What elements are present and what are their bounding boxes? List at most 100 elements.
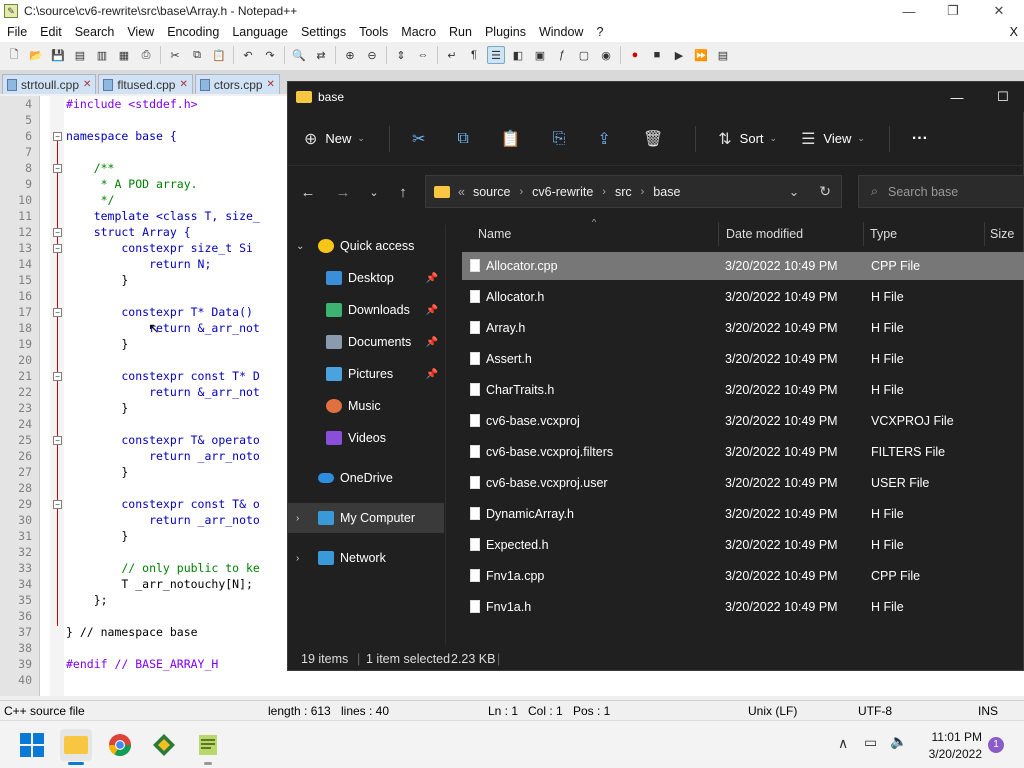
file-row[interactable]: Allocator.h 3/20/2022 10:49 PM H File — [462, 283, 1024, 311]
file-row[interactable]: Assert.h 3/20/2022 10:49 PM H File — [462, 345, 1024, 373]
close-file-icon[interactable]: ▥ — [93, 46, 111, 64]
view-button[interactable]: ☰ View ⌄ — [801, 129, 865, 149]
run-macro-multiple-icon[interactable]: ⏩ — [692, 46, 710, 64]
chevron-right-icon[interactable]: › — [641, 186, 645, 198]
rename-button[interactable]: ⎘ — [553, 130, 574, 148]
fold-toggle-icon[interactable]: − — [53, 372, 62, 381]
fold-toggle-icon[interactable]: − — [53, 164, 62, 173]
breadcrumb-item[interactable]: src — [615, 185, 632, 199]
up-arrow-icon[interactable]: ↑ — [391, 180, 415, 204]
explorer-minimize-button[interactable]: — — [934, 86, 980, 108]
file-row[interactable]: Allocator.cpp 3/20/2022 10:49 PM CPP File — [462, 252, 1024, 280]
column-header-date[interactable]: Date modified — [726, 227, 803, 241]
delete-button[interactable]: 🗑 — [643, 129, 671, 149]
language-icon[interactable]: ◧ — [509, 46, 527, 64]
taskbar-app[interactable] — [148, 729, 180, 761]
copy-icon[interactable]: ⧉ — [188, 46, 206, 64]
pin-icon[interactable]: 📌 — [426, 369, 438, 380]
refresh-icon[interactable]: ↻ — [819, 183, 831, 200]
fold-toggle-icon[interactable]: − — [53, 244, 62, 253]
column-header-type[interactable]: Type — [870, 227, 897, 241]
indent-guide-icon[interactable]: ☰ — [487, 46, 505, 64]
start-button[interactable] — [16, 729, 48, 761]
menu-search[interactable]: Search — [68, 25, 121, 39]
address-dropdown-icon[interactable]: ⌄ — [789, 184, 799, 199]
menu-view[interactable]: View — [120, 25, 160, 39]
search-box[interactable]: ⌕ Search base — [858, 175, 1024, 208]
undo-icon[interactable]: ↶ — [239, 46, 257, 64]
nav-music[interactable]: Music — [288, 391, 444, 421]
menu-help[interactable]: ? — [589, 25, 609, 39]
tab-file[interactable]: ctors.cpp ✕ — [194, 74, 280, 94]
paste-button[interactable]: 📋 — [501, 129, 529, 149]
taskbar-chrome[interactable] — [104, 729, 136, 761]
clock[interactable]: 11:01 PM 3/20/2022 — [918, 730, 982, 761]
tab-file[interactable]: strtoull.cpp ✕ — [2, 74, 97, 94]
address-bar[interactable]: « source › cv6-rewrite › src › base ⌄ ↻ — [425, 175, 842, 208]
column-divider[interactable] — [718, 222, 719, 246]
save-all-icon[interactable]: ▤ — [71, 46, 89, 64]
file-row[interactable]: Fnv1a.h 3/20/2022 10:49 PM H File — [462, 593, 1024, 621]
file-row[interactable]: cv6-base.vcxproj 3/20/2022 10:49 PM VCXPRO… — [462, 407, 1024, 435]
folder-workspace-icon[interactable]: ▢ — [575, 46, 593, 64]
show-hidden-icons-chevron-icon[interactable]: ∧ — [838, 735, 848, 752]
maximize-button[interactable]: ❐ — [930, 0, 976, 22]
menu-settings[interactable]: Settings — [294, 25, 352, 39]
nav-quick-access[interactable]: ⌄ Quick access — [288, 231, 444, 261]
breadcrumb-item[interactable]: base — [653, 185, 680, 199]
nav-pictures[interactable]: Pictures 📌 — [288, 359, 444, 389]
column-divider[interactable] — [984, 222, 985, 246]
pin-icon[interactable]: 📌 — [426, 337, 438, 348]
fold-toggle-icon[interactable]: − — [53, 132, 62, 141]
column-header-name[interactable]: Name — [478, 227, 511, 241]
network-icon[interactable]: ▭ — [864, 734, 877, 751]
find-icon[interactable]: 🔍 — [290, 46, 308, 64]
word-wrap-icon[interactable]: ↵ — [443, 46, 461, 64]
nav-my-computer[interactable]: › My Computer — [288, 503, 444, 533]
play-macro-icon[interactable]: ▶ — [670, 46, 688, 64]
file-row[interactable]: Fnv1a.cpp 3/20/2022 10:49 PM CPP File — [462, 562, 1024, 590]
cut-button[interactable]: ✂ — [412, 129, 433, 149]
menu-tools[interactable]: Tools — [352, 25, 394, 39]
pin-icon[interactable]: 📌 — [426, 273, 438, 284]
fold-toggle-icon[interactable]: − — [53, 500, 62, 509]
paste-icon[interactable]: 📋 — [210, 46, 228, 64]
open-file-icon[interactable]: 📂 — [27, 46, 45, 64]
fold-toggle-icon[interactable]: − — [53, 228, 62, 237]
forward-arrow-icon[interactable]: → — [331, 180, 355, 204]
menu-file[interactable]: File — [0, 25, 33, 39]
record-macro-icon[interactable]: ● — [626, 46, 644, 64]
file-row[interactable]: Array.h 3/20/2022 10:49 PM H File — [462, 314, 1024, 342]
chevron-right-icon[interactable]: › — [296, 553, 299, 564]
monitor-icon[interactable]: ◉ — [597, 46, 615, 64]
nav-documents[interactable]: Documents 📌 — [288, 327, 444, 357]
file-row[interactable]: Expected.h 3/20/2022 10:49 PM H File — [462, 531, 1024, 559]
fold-toggle-icon[interactable]: − — [53, 308, 62, 317]
redo-icon[interactable]: ↷ — [261, 46, 279, 64]
save-icon[interactable]: 💾 — [49, 46, 67, 64]
function-list-icon[interactable]: ƒ — [553, 46, 571, 64]
chevron-down-icon[interactable]: ⌄ — [296, 241, 304, 252]
menu-window[interactable]: Window — [532, 25, 589, 39]
taskbar-file-explorer[interactable] — [60, 729, 92, 765]
doc-map-icon[interactable]: ▣ — [531, 46, 549, 64]
sort-button[interactable]: ⇅ Sort ⌄ — [718, 129, 777, 149]
notification-badge[interactable]: 1 — [988, 737, 1004, 753]
chevron-right-icon[interactable]: › — [296, 513, 299, 524]
menu-encoding[interactable]: Encoding — [160, 25, 225, 39]
chevron-right-icon[interactable]: › — [602, 186, 606, 198]
volume-icon[interactable]: 🔈 — [890, 733, 907, 750]
file-row[interactable]: cv6-base.vcxproj.user 3/20/2022 10:49 PM U… — [462, 469, 1024, 497]
file-row[interactable]: cv6-base.vcxproj.filters 3/20/2022 10:49 … — [462, 438, 1024, 466]
file-row[interactable]: CharTraits.h 3/20/2022 10:49 PM H File — [462, 376, 1024, 404]
menu-close-doc-button[interactable]: X — [1010, 25, 1018, 39]
close-button[interactable]: ✕ — [976, 0, 1022, 22]
nav-onedrive[interactable]: OneDrive — [288, 463, 444, 493]
column-header-size[interactable]: Size — [990, 227, 1014, 241]
chevron-right-icon[interactable]: › — [519, 186, 523, 198]
column-divider[interactable] — [863, 222, 864, 246]
more-options-button[interactable]: ··· — [912, 130, 928, 148]
nav-desktop[interactable]: Desktop 📌 — [288, 263, 444, 293]
close-tab-icon[interactable]: ✕ — [179, 79, 187, 90]
close-tab-icon[interactable]: ✕ — [83, 79, 91, 90]
